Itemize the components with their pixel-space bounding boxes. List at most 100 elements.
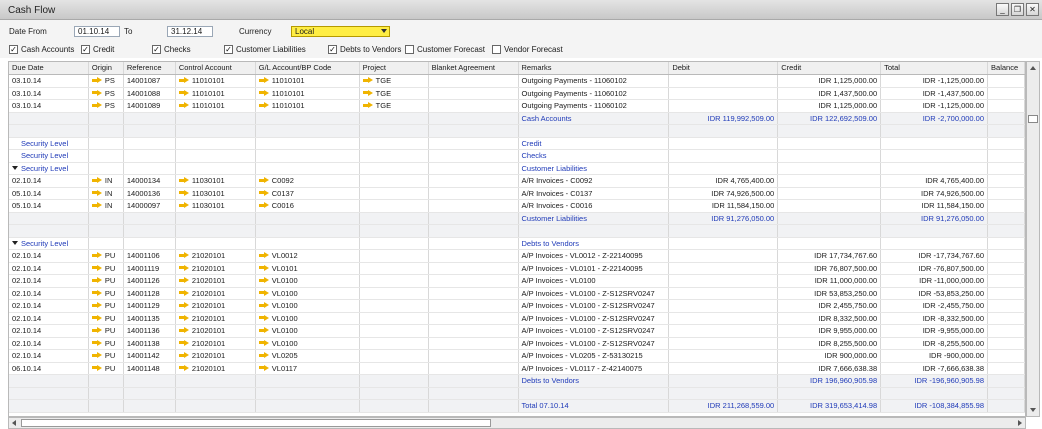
link-arrow-icon[interactable] (91, 189, 102, 196)
vertical-scrollbar[interactable] (1026, 61, 1040, 417)
checkbox-debts-to-vendors[interactable]: ✓ Debts to Vendors (328, 44, 401, 55)
link-arrow-icon[interactable] (258, 314, 269, 321)
link-arrow-icon[interactable] (91, 289, 102, 296)
link-arrow-icon[interactable] (91, 364, 102, 371)
scroll-right-icon[interactable] (1018, 420, 1022, 426)
link-arrow-icon[interactable] (258, 252, 269, 258)
close-icon[interactable]: ✕ (1026, 3, 1039, 16)
table-row[interactable]: 02.10.14 IN 14000134 11030101 C0092 A/R Invoi… (9, 175, 1025, 188)
link-arrow-icon[interactable] (258, 264, 269, 271)
checkbox-credit[interactable]: ✓ Credit (81, 44, 114, 55)
table-row[interactable]: 05.10.14 IN 14000136 11030101 C0137 A/R Invoi… (9, 187, 1025, 200)
column-header-debit[interactable]: Debit (669, 62, 779, 74)
link-arrow-icon[interactable] (178, 277, 189, 283)
table-row[interactable] (9, 225, 1025, 238)
table-row[interactable]: 06.10.14 PU 14001148 21020101 VL0117 A/P Invo… (9, 362, 1025, 375)
checkbox-vendor-forecast[interactable]: Vendor Forecast (492, 44, 563, 55)
link-arrow-icon[interactable] (178, 177, 189, 183)
cash-flow-table[interactable]: Due Date Origin Reference Control Account G/… (8, 61, 1026, 417)
table-row[interactable]: 02.10.14 PU 14001126 21020101 VL0100 A/P Invo… (9, 275, 1025, 288)
table-row[interactable]: 03.10.14 PS 14001088 11010101 11010101 TGE Out… (9, 87, 1025, 100)
hscroll-thumb[interactable] (21, 419, 491, 427)
link-arrow-icon[interactable] (258, 352, 269, 358)
link-arrow-icon[interactable] (258, 364, 269, 371)
checkbox-box[interactable] (492, 45, 501, 54)
link-arrow-icon[interactable] (362, 77, 373, 83)
link-arrow-icon[interactable] (258, 277, 269, 283)
column-header-proj[interactable]: Project (360, 62, 429, 74)
table-row[interactable]: 03.10.14 PS 14001089 11010101 11010101 TGE Out… (9, 100, 1025, 113)
link-arrow-icon[interactable] (258, 77, 269, 83)
link-arrow-icon[interactable] (178, 89, 189, 96)
link-arrow-icon[interactable] (178, 264, 189, 271)
table-row[interactable]: 02.10.14 PU 14001138 21020101 VL0100 A/P Invo… (9, 337, 1025, 350)
link-arrow-icon[interactable] (91, 89, 102, 96)
column-header-origin[interactable]: Origin (89, 62, 124, 74)
table-row[interactable]: Security Level Credit (9, 137, 1025, 150)
link-arrow-icon[interactable] (258, 102, 269, 108)
checkbox-box[interactable]: ✓ (152, 45, 161, 54)
table-row[interactable]: 02.10.14 PU 14001106 21020101 VL0012 A/P Invo… (9, 250, 1025, 263)
table-row[interactable]: Debts to Vendors IDR 196,960,905.98 IDR -1… (9, 375, 1025, 388)
column-header-total[interactable]: Total (881, 62, 989, 74)
table-row[interactable]: Security Level Customer Liabilities (9, 162, 1025, 175)
scroll-down-icon[interactable] (1030, 408, 1036, 412)
table-row[interactable]: 02.10.14 PU 14001129 21020101 VL0100 A/P Invo… (9, 300, 1025, 313)
date-to-field[interactable]: 31.12.14 (167, 26, 213, 37)
scroll-up-icon[interactable] (1030, 66, 1036, 70)
table-row[interactable]: Security Level Checks (9, 150, 1025, 163)
checkbox-cash-accounts[interactable]: ✓ Cash Accounts (9, 44, 74, 55)
scroll-left-icon[interactable] (12, 420, 16, 426)
link-arrow-icon[interactable] (258, 89, 269, 96)
column-header-gl[interactable]: G/L Account/BP Code (256, 62, 360, 74)
table-row[interactable]: 02.10.14 PU 14001128 21020101 VL0100 A/P Invo… (9, 287, 1025, 300)
column-header-blanket[interactable]: Blanket Agreement (429, 62, 519, 74)
link-arrow-icon[interactable] (91, 102, 102, 108)
table-row[interactable]: Customer Liabilities IDR 91,276,050.00 IDR… (9, 212, 1025, 225)
checkbox-box[interactable]: ✓ (328, 45, 337, 54)
link-arrow-icon[interactable] (91, 202, 102, 208)
link-arrow-icon[interactable] (91, 264, 102, 271)
link-arrow-icon[interactable] (258, 202, 269, 208)
link-arrow-icon[interactable] (178, 252, 189, 258)
link-arrow-icon[interactable] (258, 289, 269, 296)
link-arrow-icon[interactable] (178, 314, 189, 321)
link-arrow-icon[interactable] (258, 177, 269, 183)
link-arrow-icon[interactable] (178, 364, 189, 371)
link-arrow-icon[interactable] (91, 352, 102, 358)
link-arrow-icon[interactable] (258, 327, 269, 333)
link-arrow-icon[interactable] (362, 89, 373, 96)
checkbox-checks[interactable]: ✓ Checks (152, 44, 191, 55)
checkbox-box[interactable] (405, 45, 414, 54)
link-arrow-icon[interactable] (178, 202, 189, 208)
horizontal-scrollbar[interactable] (8, 417, 1026, 429)
expand-arrow-icon[interactable] (12, 240, 18, 245)
table-row[interactable] (9, 387, 1025, 400)
scroll-thumb[interactable] (1028, 115, 1038, 123)
link-arrow-icon[interactable] (178, 352, 189, 358)
link-arrow-icon[interactable] (91, 177, 102, 183)
table-row[interactable]: Cash Accounts IDR 119,992,509.00 IDR 122,6… (9, 112, 1025, 125)
column-header-remarks[interactable]: Remarks (519, 62, 670, 74)
table-row[interactable]: 02.10.14 PU 14001135 21020101 VL0100 A/P Invo… (9, 312, 1025, 325)
link-arrow-icon[interactable] (362, 102, 373, 108)
minimize-icon[interactable]: _ (996, 3, 1009, 16)
link-arrow-icon[interactable] (91, 327, 102, 333)
table-row[interactable]: 05.10.14 IN 14000097 11030101 C0016 A/R Invoi… (9, 200, 1025, 213)
link-arrow-icon[interactable] (178, 339, 189, 346)
checkbox-box[interactable]: ✓ (224, 45, 233, 54)
link-arrow-icon[interactable] (258, 339, 269, 346)
table-row[interactable]: Total 07.10.14 IDR 211,268,559.00 IDR 319,… (9, 400, 1025, 413)
link-arrow-icon[interactable] (91, 314, 102, 321)
link-arrow-icon[interactable] (178, 289, 189, 296)
column-header-balance[interactable]: Balance (988, 62, 1025, 74)
link-arrow-icon[interactable] (178, 327, 189, 333)
link-arrow-icon[interactable] (258, 302, 269, 308)
table-row[interactable]: 02.10.14 PU 14001142 21020101 VL0205 A/P Invo… (9, 350, 1025, 363)
table-row[interactable]: 02.10.14 PU 14001119 21020101 VL0101 A/P Invo… (9, 262, 1025, 275)
checkbox-customer-forecast[interactable]: Customer Forecast (405, 44, 485, 55)
link-arrow-icon[interactable] (91, 277, 102, 283)
currency-select[interactable]: Local (291, 26, 390, 37)
date-from-field[interactable]: 01.10.14 (74, 26, 120, 37)
link-arrow-icon[interactable] (178, 189, 189, 196)
